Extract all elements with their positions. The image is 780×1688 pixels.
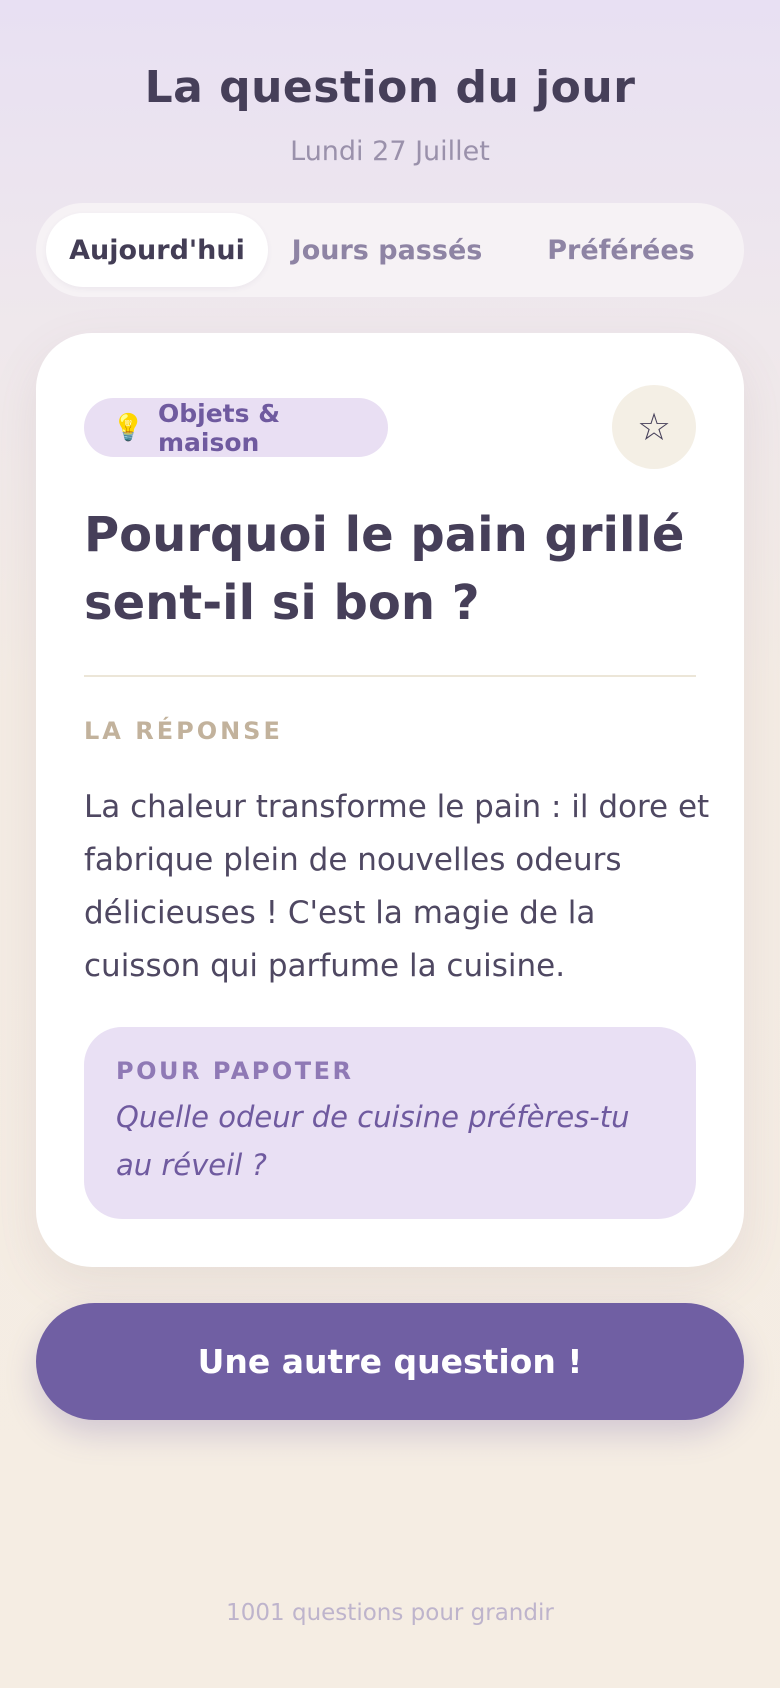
tab-bar: Aujourd'hui Jours passés Préférées [36,203,744,297]
tab-favorites[interactable]: Préférées [508,213,734,287]
category-label: Objets & maison [158,398,281,457]
chat-prompt-text: Quelle odeur de cuisine préfères-tu au r… [116,1100,630,1182]
star-icon: ☆ [636,405,672,449]
lightbulb-icon: 💡 [112,412,145,443]
divider [84,675,696,677]
tab-past-days[interactable]: Jours passés [276,213,498,287]
page-title: La question du jour [144,62,636,113]
date-label: Lundi 27 Juillet [290,136,490,167]
category-badge: 💡 Objets & maison [84,398,388,457]
footer-tagline: 1001 questions pour grandir [226,1600,554,1626]
favorite-star-button[interactable]: ☆ [612,385,696,469]
tab-today[interactable]: Aujourd'hui [46,213,268,287]
next-question-button[interactable]: Une autre question ! [36,1303,744,1420]
answer-heading: LA RÉPONSE [84,717,283,745]
question-text: Pourquoi le pain grillé sent-il si bon ? [84,507,685,631]
chat-prompt-heading: POUR PAPOTER [116,1057,354,1085]
question-card: 💡 Objets & maison ☆ Pourquoi le pain gri… [36,333,744,1267]
answer-text: La chaleur transforme le pain : il dore … [84,789,710,984]
chat-prompt-box: POUR PAPOTER Quelle odeur de cuisine pré… [84,1027,696,1219]
